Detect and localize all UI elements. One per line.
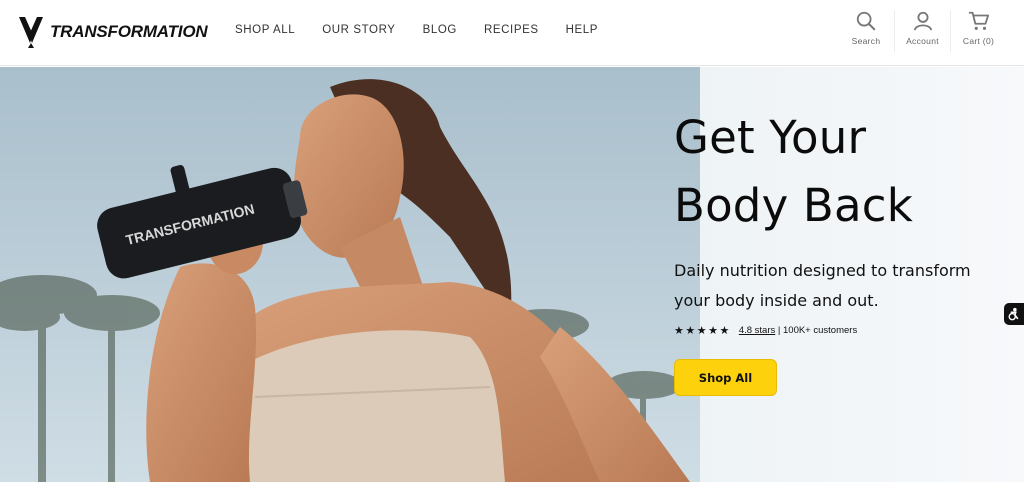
search-button[interactable]: Search <box>838 10 894 52</box>
header-utilities: Search Account Cart (0) <box>838 10 1006 52</box>
logo-mark-icon <box>19 17 43 48</box>
cart-button[interactable]: Cart (0) <box>950 10 1006 52</box>
user-icon <box>913 11 932 31</box>
hero-title-line2: Body Back <box>674 179 913 232</box>
nav-our-story[interactable]: OUR STORY <box>322 24 395 36</box>
hero-photo: TRANSFORMATION <box>0 67 700 482</box>
accessibility-icon <box>1008 307 1019 321</box>
nav-help[interactable]: HELP <box>566 24 598 36</box>
hero-copy: Get Your Body Back Daily nutrition desig… <box>674 104 1004 396</box>
nav-blog[interactable]: BLOG <box>423 24 457 36</box>
shop-all-button[interactable]: Shop All <box>674 359 777 396</box>
accessibility-toggle[interactable] <box>1004 303 1024 325</box>
rating-link[interactable]: 4.8 stars <box>739 325 775 336</box>
main-nav: SHOP ALL OUR STORY BLOG RECIPES HELP <box>235 24 625 36</box>
hero-title: Get Your Body Back <box>674 104 1004 240</box>
search-icon <box>856 11 876 31</box>
account-label: Account <box>906 36 939 46</box>
rating-summary: ★★★★★ 4.8 stars | 100K+ customers <box>674 324 1004 337</box>
rating-customers: | 100K+ customers <box>775 325 858 336</box>
cart-label: Cart (0) <box>962 36 995 46</box>
search-label: Search <box>851 36 881 46</box>
brand-logo[interactable]: TRANSFORMATION <box>18 14 208 50</box>
hero-banner: TRANSFORMATION Get Your Body Back Daily … <box>0 67 1024 482</box>
star-rating-icon: ★★★★★ <box>674 325 731 337</box>
nav-recipes[interactable]: RECIPES <box>484 24 539 36</box>
hero-title-line1: Get Your <box>674 111 867 164</box>
site-header: TRANSFORMATION SHOP ALL OUR STORY BLOG R… <box>0 0 1024 66</box>
nav-shop-all[interactable]: SHOP ALL <box>235 24 295 36</box>
brand-name: TRANSFORMATION <box>50 22 208 41</box>
cart-icon <box>968 11 989 30</box>
rating-text: 4.8 stars | 100K+ customers <box>739 325 857 336</box>
account-button[interactable]: Account <box>894 10 950 52</box>
hero-subtitle: Daily nutrition designed to transform yo… <box>674 261 971 310</box>
